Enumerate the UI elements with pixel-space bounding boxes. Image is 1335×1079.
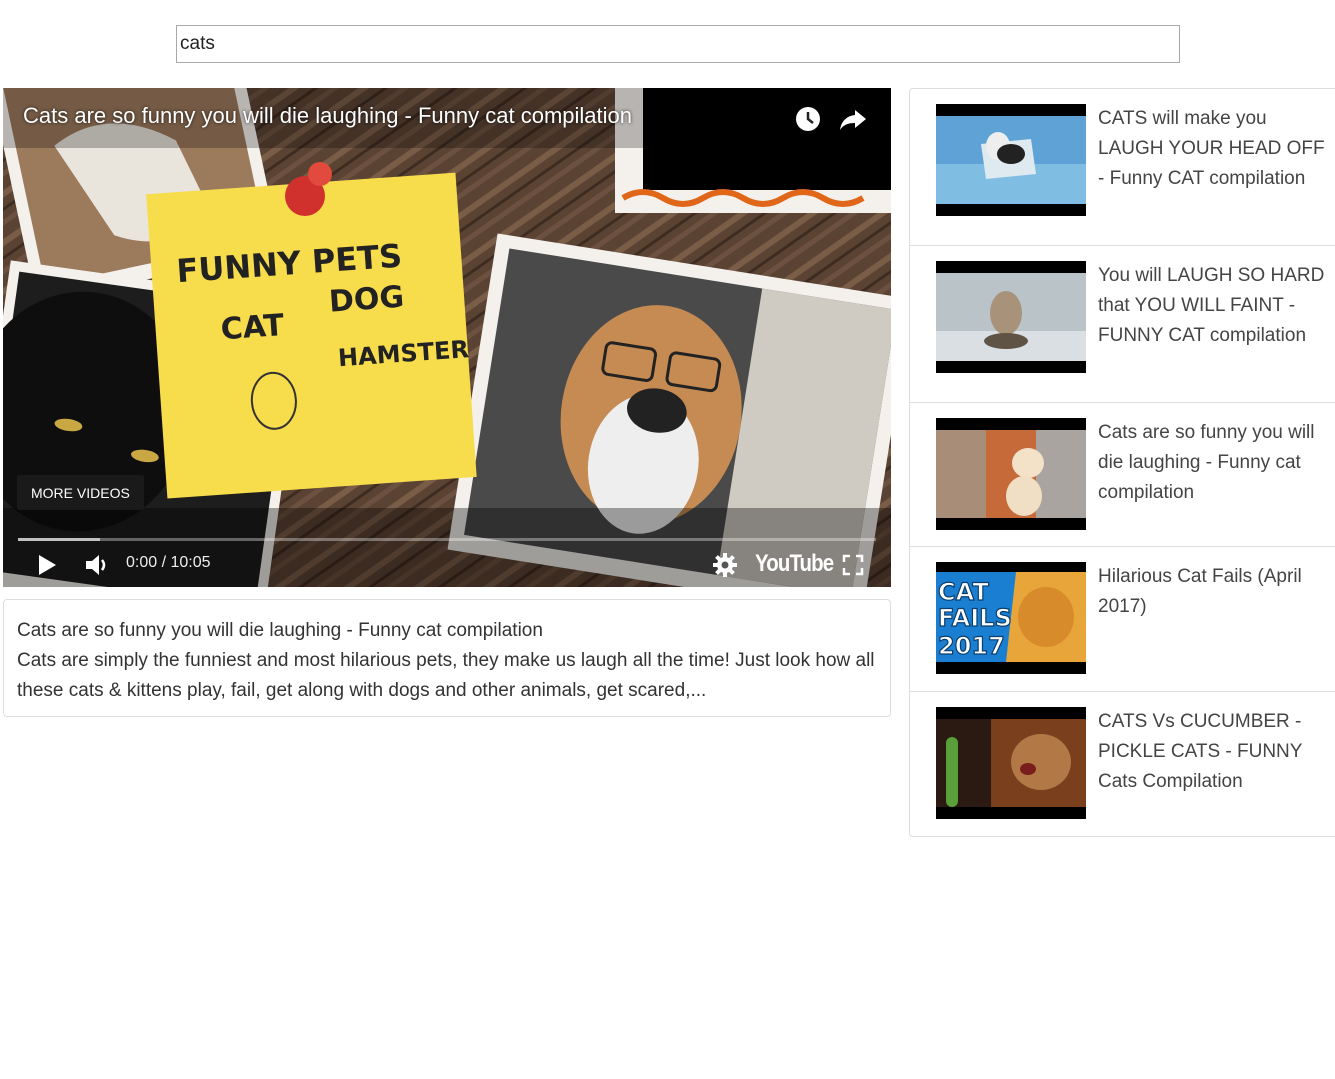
related-video-title[interactable]: You will LAUGH SO HARD that YOU WILL FAI…	[1098, 261, 1334, 351]
search-bar	[176, 25, 1180, 63]
related-videos-list: CATS will make you LAUGH YOUR HEAD OFF -…	[909, 88, 1335, 837]
related-video-title[interactable]: Hilarious Cat Fails (April 2017)	[1098, 562, 1334, 622]
description-title: Cats are so funny you will die laughing …	[17, 620, 543, 641]
time-separator: /	[157, 554, 171, 571]
description-text: Cats are simply the funniest and most hi…	[17, 650, 875, 701]
svg-text:DOG: DOG	[328, 280, 405, 320]
more-videos-button[interactable]: MORE VIDEOS	[17, 475, 144, 510]
video-title-overlay[interactable]: Cats are so funny you will die laughing …	[23, 103, 632, 129]
related-video-title[interactable]: Cats are so funny you will die laughing …	[1098, 418, 1334, 508]
related-video-item[interactable]: CATS will make you LAUGH YOUR HEAD OFF -…	[910, 89, 1335, 246]
watch-later-icon[interactable]	[793, 104, 823, 134]
search-input[interactable]	[176, 25, 1180, 63]
related-video-item[interactable]: Cats are so funny you will die laughing …	[910, 403, 1335, 547]
svg-text:CAT: CAT	[938, 578, 989, 606]
youtube-logo[interactable]: YouTube	[755, 550, 834, 578]
play-icon[interactable]	[36, 553, 58, 577]
settings-gear-icon[interactable]	[713, 553, 737, 577]
related-video-item[interactable]: CATS Vs CUCUMBER - PICKLE CATS - FUNNY C…	[910, 692, 1335, 836]
current-time: 0:00	[126, 554, 158, 571]
volume-icon[interactable]	[83, 552, 111, 578]
video-thumbnail[interactable]	[936, 707, 1086, 819]
duration: 10:05	[170, 554, 211, 571]
video-player[interactable]: FUNNY PETS CAT DOG HAMSTER Cats are so f…	[3, 88, 891, 587]
svg-text:FAILS: FAILS	[938, 604, 1012, 632]
time-display: 0:00 / 10:05	[126, 554, 211, 572]
video-thumbnail-scene: FUNNY PETS CAT DOG HAMSTER	[3, 88, 891, 587]
video-thumbnail[interactable]: CAT FAILS 2017	[936, 562, 1086, 674]
fullscreen-icon[interactable]	[842, 554, 864, 576]
video-thumbnail[interactable]	[936, 261, 1086, 373]
video-description-panel: Cats are so funny you will die laughing …	[3, 599, 891, 717]
related-video-item[interactable]: CAT FAILS 2017 Hilarious Cat Fails (Apri…	[910, 547, 1335, 692]
related-video-item[interactable]: You will LAUGH SO HARD that YOU WILL FAI…	[910, 246, 1335, 403]
video-thumbnail[interactable]	[936, 104, 1086, 216]
progress-loaded	[18, 538, 100, 541]
progress-bar[interactable]	[18, 538, 876, 541]
related-video-title[interactable]: CATS Vs CUCUMBER - PICKLE CATS - FUNNY C…	[1098, 707, 1334, 797]
video-thumbnail[interactable]	[936, 418, 1086, 530]
svg-text:2017: 2017	[938, 632, 1005, 660]
svg-text:CAT: CAT	[220, 308, 286, 347]
related-video-title[interactable]: CATS will make you LAUGH YOUR HEAD OFF -…	[1098, 104, 1334, 194]
share-icon[interactable]	[838, 104, 868, 134]
